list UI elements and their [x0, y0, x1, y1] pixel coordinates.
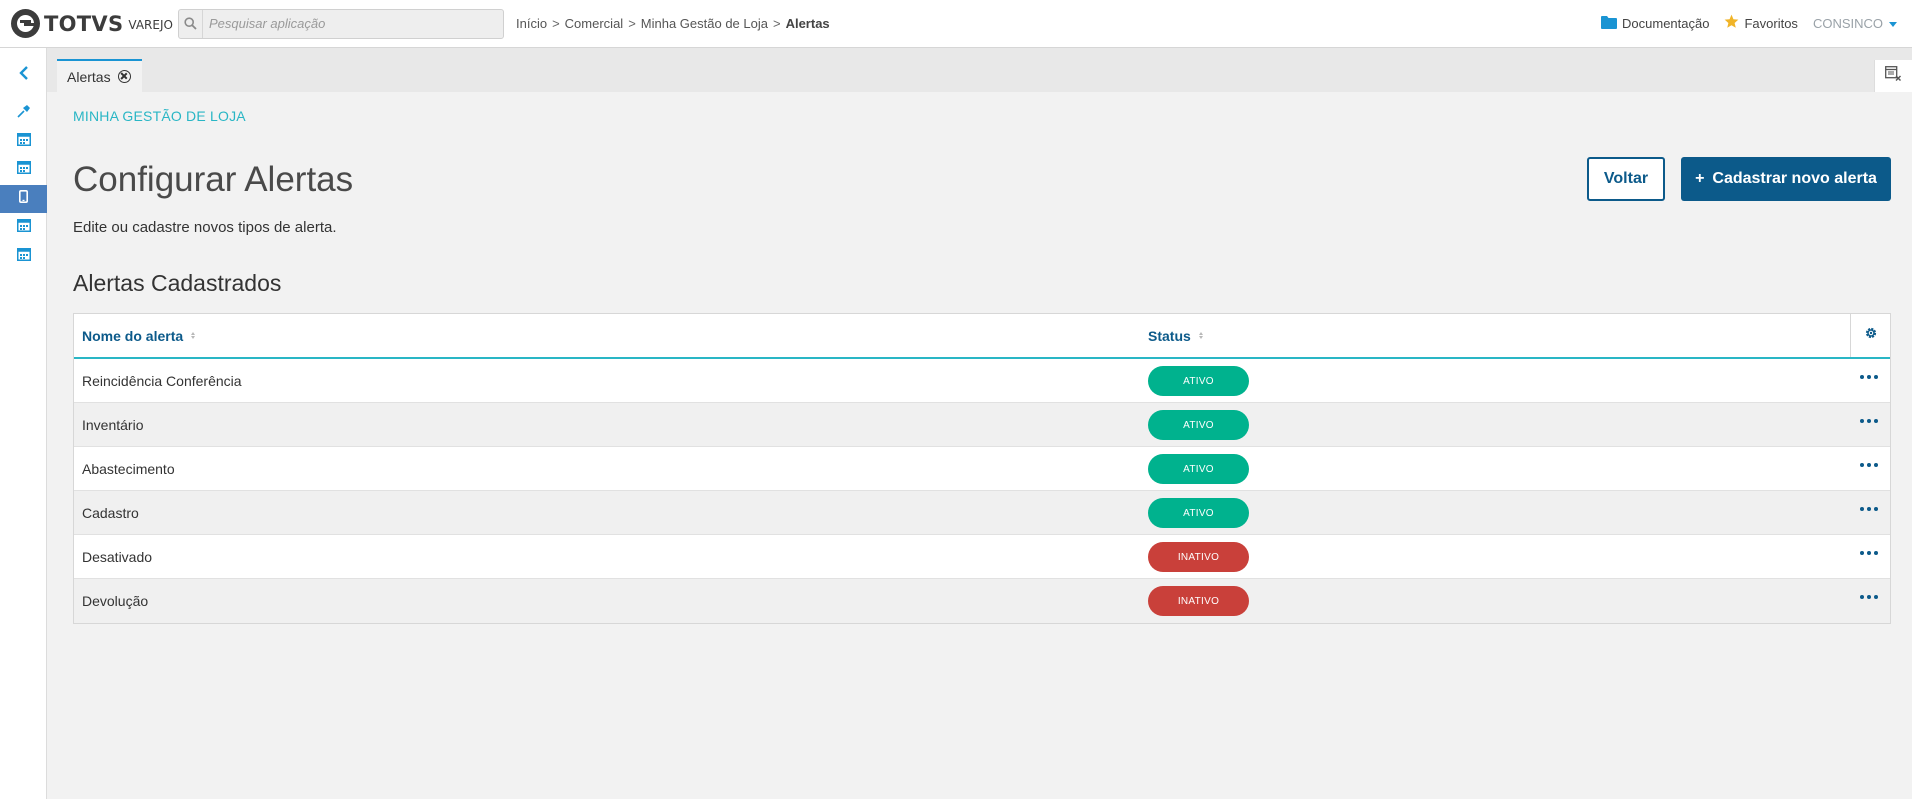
more-actions-icon[interactable] [1860, 507, 1878, 511]
main-content: MINHA GESTÃO DE LOJA Configurar Alertas … [47, 92, 1912, 799]
sidebar-item-app-3[interactable] [0, 214, 47, 242]
sidebar [0, 48, 47, 799]
sidebar-item-pin[interactable] [0, 99, 47, 127]
user-menu[interactable]: CONSINCO [1813, 16, 1897, 31]
star-icon [1724, 14, 1739, 32]
breadcrumb-separator: > [772, 16, 781, 31]
table-body: Reincidência Conferência ATIVO Inventári… [74, 359, 1890, 623]
user-name: CONSINCO [1812, 15, 1883, 31]
status-badge: ATIVO [1148, 498, 1249, 528]
tab-bar: Alertas [47, 48, 1912, 92]
status-badge: INATIVO [1148, 542, 1249, 572]
breadcrumb-item-alertas: Alertas [785, 16, 830, 31]
close-windows-icon [1885, 66, 1902, 86]
table-title: Alertas Cadastrados [73, 270, 282, 296]
status-badge: ATIVO [1148, 410, 1249, 440]
chevron-left-icon [18, 65, 30, 85]
favorites-link[interactable]: Favoritos [1724, 14, 1798, 32]
breadcrumb-separator: > [628, 16, 636, 31]
page-title: Configurar Alertas [73, 160, 354, 199]
more-actions-icon[interactable] [1860, 419, 1878, 423]
plus-icon: + [1695, 170, 1705, 187]
status-badge: ATIVO [1148, 454, 1249, 484]
documentation-link[interactable]: Documentação [1601, 15, 1709, 32]
folder-icon [1601, 15, 1618, 32]
alerts-table: Nome do alerta Status Reincidência Confe… [73, 313, 1891, 624]
sidebar-item-app-2[interactable] [0, 156, 47, 184]
favorites-label: Favoritos [1744, 15, 1798, 31]
pin-icon [16, 104, 31, 123]
sidebar-item-app-4[interactable] [0, 243, 47, 271]
section-label: MINHA GESTÃO DE LOJA [73, 108, 246, 124]
calendar-grid-icon [16, 219, 31, 237]
header-actions: Documentação Favoritos CONSINCO [1601, 0, 1912, 46]
search-box[interactable] [178, 8, 504, 39]
more-actions-icon[interactable] [1860, 463, 1878, 467]
mobile-icon [19, 190, 29, 208]
breadcrumb-item-comercial[interactable]: Comercial [565, 16, 624, 31]
column-header-name[interactable]: Nome do alerta [82, 314, 196, 357]
table-settings-button[interactable] [1850, 314, 1890, 357]
logo-text: TOTVS [44, 11, 124, 36]
status-badge: INATIVO [1148, 586, 1249, 616]
table-row[interactable]: Desativado INATIVO [74, 535, 1890, 579]
search-input[interactable] [203, 16, 493, 31]
sort-icon [1198, 332, 1203, 339]
close-all-tabs-button[interactable] [1874, 60, 1912, 92]
close-icon[interactable] [117, 70, 131, 83]
tab-alertas[interactable]: Alertas [57, 59, 142, 92]
sort-icon [191, 332, 196, 339]
back-button[interactable]: Voltar [1587, 157, 1665, 201]
column-header-status[interactable]: Status [1148, 314, 1203, 357]
table-row[interactable]: Reincidência Conferência ATIVO [74, 359, 1890, 403]
table-header: Nome do alerta Status [74, 314, 1890, 359]
column-header-label: Status [1148, 327, 1191, 344]
more-actions-icon[interactable] [1860, 595, 1878, 599]
logo-subtext: VAREJO [128, 18, 173, 32]
calendar-grid-icon [16, 133, 31, 151]
add-alert-label: Cadastrar novo alerta [1712, 170, 1877, 187]
breadcrumb-separator: > [552, 16, 560, 31]
alert-name: Inventário [82, 417, 144, 433]
alert-name: Cadastro [82, 505, 139, 521]
table-row[interactable]: Inventário ATIVO [74, 403, 1890, 447]
sidebar-collapse-button[interactable] [0, 61, 47, 89]
calendar-grid-icon [16, 161, 31, 179]
table-row[interactable]: Abastecimento ATIVO [74, 447, 1890, 491]
totvs-logo[interactable]: TOTVS VAREJO [11, 9, 178, 38]
calendar-grid-icon [16, 248, 31, 266]
chevron-down-icon [1889, 21, 1897, 27]
search-icon [179, 9, 203, 38]
more-actions-icon[interactable] [1860, 375, 1878, 379]
alert-name: Abastecimento [82, 461, 175, 477]
page-subtitle: Edite ou cadastre novos tipos de alerta. [73, 219, 337, 236]
sidebar-item-app-1[interactable] [0, 128, 47, 156]
documentation-label: Documentação [1622, 15, 1710, 31]
table-row[interactable]: Cadastro ATIVO [74, 491, 1890, 535]
gear-icon [1864, 326, 1878, 345]
column-header-label: Nome do alerta [82, 327, 184, 344]
breadcrumb-item-minha-gestao[interactable]: Minha Gestão de Loja [641, 16, 768, 31]
alert-name: Devolução [82, 593, 149, 609]
tab-label: Alertas [67, 68, 111, 85]
alert-name: Desativado [82, 549, 153, 565]
alert-name: Reincidência Conferência [82, 373, 242, 389]
totvs-logo-mark-icon [11, 9, 40, 38]
breadcrumb-item-inicio[interactable]: Início [516, 16, 547, 31]
more-actions-icon[interactable] [1860, 551, 1878, 555]
status-badge: ATIVO [1148, 366, 1249, 396]
breadcrumb: Início > Comercial > Minha Gestão de Loja > Al… [516, 16, 830, 31]
add-alert-button[interactable]: + Cadastrar novo alerta [1681, 157, 1891, 201]
table-row[interactable]: Devolução INATIVO [74, 579, 1890, 623]
top-header: TOTVS VAREJO Início > Comercial > Minha Gest… [0, 0, 1912, 48]
sidebar-item-mobile-active[interactable] [0, 185, 47, 213]
